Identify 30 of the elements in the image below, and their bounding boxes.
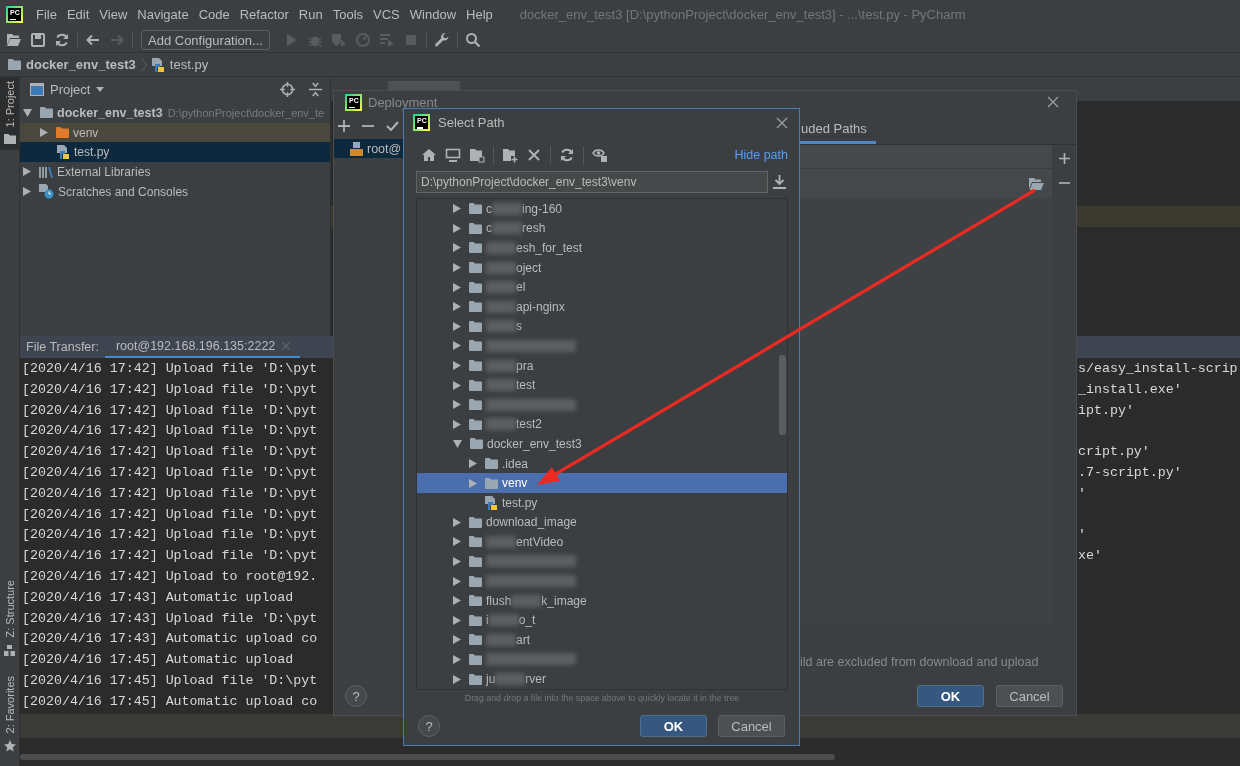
log-line: [2020/4/16 17:42] Upload to root@192. <box>21 567 319 586</box>
log-line: ' <box>1077 484 1087 503</box>
note-text: ild are excluded from download and upload <box>800 655 1040 669</box>
log-line: [2020/4/16 17:45] Automatic upload <box>21 651 295 670</box>
dialog-title: Deployment <box>368 94 438 110</box>
log-line: [2020/4/16 17:42] Upload file 'D:\pyt <box>21 526 319 545</box>
log-line: xe' <box>1077 547 1103 566</box>
log-line: ' <box>1077 526 1087 545</box>
log-line: [2020/4/16 17:42] Upload file 'D:\pyt <box>21 380 319 399</box>
log-line: [2020/4/16 17:42] Upload file 'D:\pyt <box>21 422 319 441</box>
log-line: [2020/4/16 17:42] Upload file 'D:\pyt <box>21 484 319 503</box>
window-title: docker_env_test3 [D:\pythonProject\docker_env_test3] - ...\test.py - PyCharm <box>519 6 966 22</box>
log-line: ipt.py' <box>1077 401 1135 420</box>
log-line: [2020/4/16 17:42] Upload file 'D:\pyt <box>21 547 319 566</box>
log-line: [2020/4/16 17:43] Automatic upload <box>21 588 295 607</box>
log-line: [2020/4/16 17:42] Upload file 'D:\pyt <box>21 505 319 524</box>
log-line: [2020/4/16 17:42] Upload file 'D:\pyt <box>21 401 319 420</box>
log-line: [2020/4/16 17:43] Upload file 'D:\pyt <box>21 609 319 628</box>
log-line: .7-script.py' <box>1077 464 1183 482</box>
log-line: [2020/4/16 17:45] Automatic upload co <box>21 692 319 711</box>
dialog-title: Select Path <box>438 115 505 130</box>
log-line: [2020/4/16 17:42] Upload file 'D:\pyt <box>21 360 319 378</box>
log-line: [2020/4/16 17:45] Upload file 'D:\pyt <box>21 671 319 690</box>
log-line: s/easy_install-scrip <box>1077 360 1239 378</box>
log-line: [2020/4/16 17:42] Upload file 'D:\pyt <box>21 443 319 462</box>
log-line: [2020/4/16 17:43] Automatic upload co <box>21 630 319 649</box>
log-line: _install.exe' <box>1077 380 1183 399</box>
log-line: cript.py' <box>1077 443 1151 462</box>
panel-label: File Transfer: <box>26 339 99 356</box>
log-line: [2020/4/16 17:42] Upload file 'D:\pyt <box>21 464 319 482</box>
